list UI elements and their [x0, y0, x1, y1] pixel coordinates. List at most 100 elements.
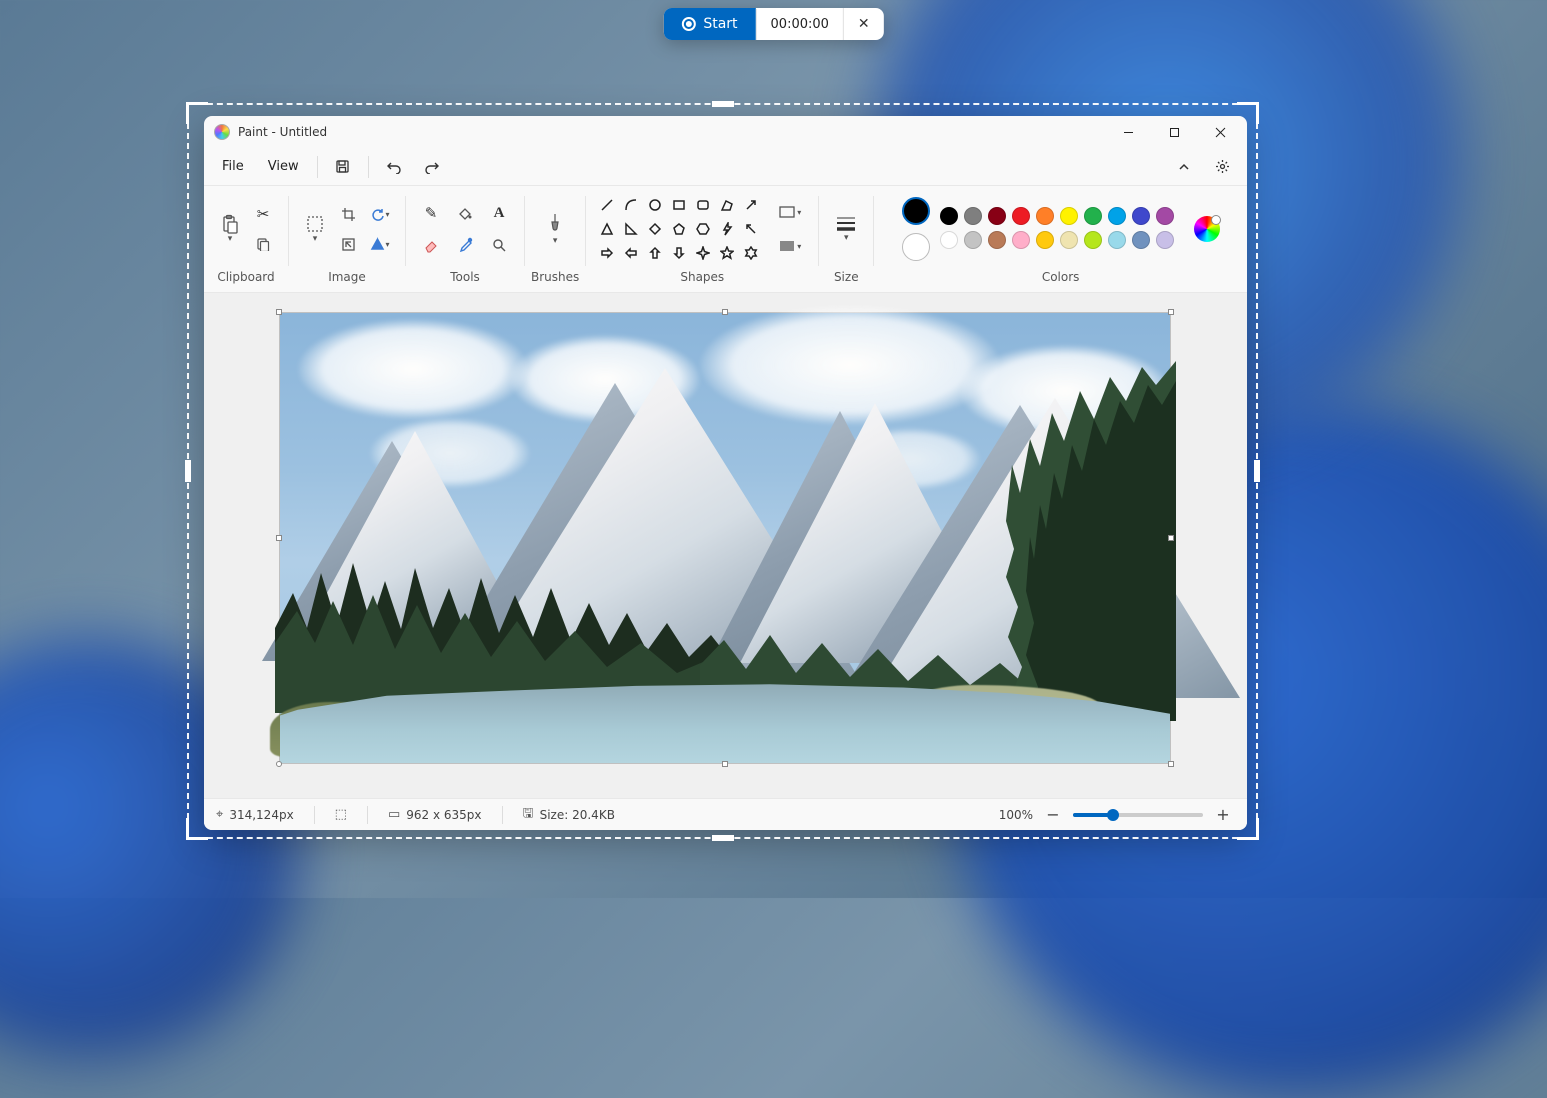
- shape-roundrect[interactable]: [692, 194, 714, 216]
- shape-hexagon[interactable]: [692, 218, 714, 240]
- copy-button[interactable]: [248, 230, 278, 258]
- shape-curve[interactable]: [620, 194, 642, 216]
- color-swatch[interactable]: [1084, 231, 1102, 249]
- resize-handle[interactable]: [276, 761, 282, 767]
- resize-handle[interactable]: [1168, 535, 1174, 541]
- color-swatch[interactable]: [964, 207, 982, 225]
- color-swatch[interactable]: [1132, 207, 1150, 225]
- shape-lightning[interactable]: [716, 218, 738, 240]
- color-swatch[interactable]: [1012, 231, 1030, 249]
- cut-button[interactable]: ✂: [248, 200, 278, 228]
- resize-handle[interactable]: [722, 761, 728, 767]
- shape-pentagon[interactable]: [668, 218, 690, 240]
- crop-button[interactable]: [333, 200, 363, 228]
- shape-star6[interactable]: [740, 242, 762, 264]
- shape-fill-button[interactable]: ▾: [772, 232, 808, 260]
- shape-arrow-nw[interactable]: [740, 218, 762, 240]
- shape-arrow-up[interactable]: [644, 242, 666, 264]
- close-button[interactable]: [1197, 117, 1243, 147]
- rotate-button[interactable]: ▾: [365, 200, 395, 228]
- color-swatch[interactable]: [1108, 207, 1126, 225]
- shape-arrow-left[interactable]: [620, 242, 642, 264]
- color-swatch[interactable]: [1036, 207, 1054, 225]
- save-button[interactable]: [326, 153, 360, 181]
- statusbar: ⌖ 314,124px ⬚ ▭ 962 x 635px 🖫 Size: 20.4…: [204, 798, 1247, 830]
- resize-button[interactable]: [333, 230, 363, 258]
- cursor-pos-value: 314,124px: [229, 808, 293, 822]
- group-tools: ✎ A Tools: [406, 192, 524, 290]
- magnifier-tool[interactable]: [484, 231, 514, 259]
- flip-button[interactable]: ▾: [365, 230, 395, 258]
- paste-button[interactable]: ▾: [214, 210, 246, 248]
- redo-button[interactable]: [415, 153, 449, 181]
- group-label-tools: Tools: [450, 266, 480, 290]
- size-button[interactable]: ▾: [829, 211, 863, 247]
- settings-button[interactable]: [1205, 153, 1239, 181]
- shape-arrow-right[interactable]: [596, 242, 618, 264]
- color-1[interactable]: [902, 197, 930, 225]
- resize-handle[interactable]: [722, 309, 728, 315]
- shape-rect[interactable]: [668, 194, 690, 216]
- minimize-button[interactable]: [1105, 117, 1151, 147]
- zoom-value: 100%: [999, 808, 1033, 822]
- pencil-tool[interactable]: ✎: [416, 199, 446, 227]
- eraser-tool[interactable]: [416, 231, 446, 259]
- menu-file[interactable]: File: [212, 153, 254, 180]
- color-2[interactable]: [902, 233, 930, 261]
- shape-outline-button[interactable]: ▾: [772, 198, 808, 226]
- shape-star4[interactable]: [692, 242, 714, 264]
- zoom-slider[interactable]: [1073, 813, 1203, 817]
- shape-triangle[interactable]: [596, 218, 618, 240]
- color-swatch[interactable]: [1060, 231, 1078, 249]
- color-swatch[interactable]: [1060, 207, 1078, 225]
- color-swatch[interactable]: [1012, 207, 1030, 225]
- shape-right-triangle[interactable]: [620, 218, 642, 240]
- color-swatch[interactable]: [988, 207, 1006, 225]
- edit-colors-button[interactable]: [1194, 216, 1220, 242]
- group-label-clipboard: Clipboard: [217, 266, 274, 290]
- group-label-colors: Colors: [1042, 266, 1080, 290]
- color-swatch[interactable]: [940, 207, 958, 225]
- resize-handle[interactable]: [1168, 761, 1174, 767]
- shape-diamond[interactable]: [644, 218, 666, 240]
- color-swatch[interactable]: [1084, 207, 1102, 225]
- color-swatch[interactable]: [988, 231, 1006, 249]
- zoom-in-button[interactable]: +: [1211, 803, 1235, 827]
- color-swatch[interactable]: [1156, 231, 1174, 249]
- collapse-ribbon-button[interactable]: [1167, 153, 1201, 181]
- shape-star5[interactable]: [716, 242, 738, 264]
- color-swatch[interactable]: [1036, 231, 1054, 249]
- undo-button[interactable]: [377, 153, 411, 181]
- color-swatch[interactable]: [940, 231, 958, 249]
- menu-view[interactable]: View: [258, 153, 309, 180]
- text-tool[interactable]: A: [484, 199, 514, 227]
- canvas-area[interactable]: [204, 293, 1247, 798]
- record-start-button[interactable]: Start: [663, 8, 755, 40]
- recorder-close-button[interactable]: ✕: [843, 8, 884, 40]
- color-swatch[interactable]: [1156, 207, 1174, 225]
- screen-recorder-toolbar: Start 00:00:00 ✕: [663, 8, 883, 40]
- group-shapes: ▾ ▾ Shapes: [586, 192, 818, 290]
- select-button[interactable]: ▾: [299, 210, 331, 248]
- status-selection: ⬚: [335, 807, 347, 822]
- group-colors: Colors: [874, 192, 1247, 290]
- color-swatch[interactable]: [1132, 231, 1150, 249]
- resize-handle[interactable]: [276, 309, 282, 315]
- shapes-gallery: [596, 194, 762, 264]
- canvas[interactable]: [280, 313, 1170, 763]
- color-picker-tool[interactable]: [450, 231, 480, 259]
- zoom-out-button[interactable]: −: [1041, 803, 1065, 827]
- shape-oval[interactable]: [644, 194, 666, 216]
- shape-arrow-down[interactable]: [668, 242, 690, 264]
- shape-polygon[interactable]: [716, 194, 738, 216]
- fill-tool[interactable]: [450, 199, 480, 227]
- shape-arrow-ne[interactable]: [740, 194, 762, 216]
- brushes-button[interactable]: ▾: [539, 208, 571, 250]
- group-label-brushes: Brushes: [531, 266, 579, 290]
- resize-handle[interactable]: [1168, 309, 1174, 315]
- shape-line[interactable]: [596, 194, 618, 216]
- maximize-button[interactable]: [1151, 117, 1197, 147]
- color-swatch[interactable]: [1108, 231, 1126, 249]
- color-swatch[interactable]: [964, 231, 982, 249]
- resize-handle[interactable]: [276, 535, 282, 541]
